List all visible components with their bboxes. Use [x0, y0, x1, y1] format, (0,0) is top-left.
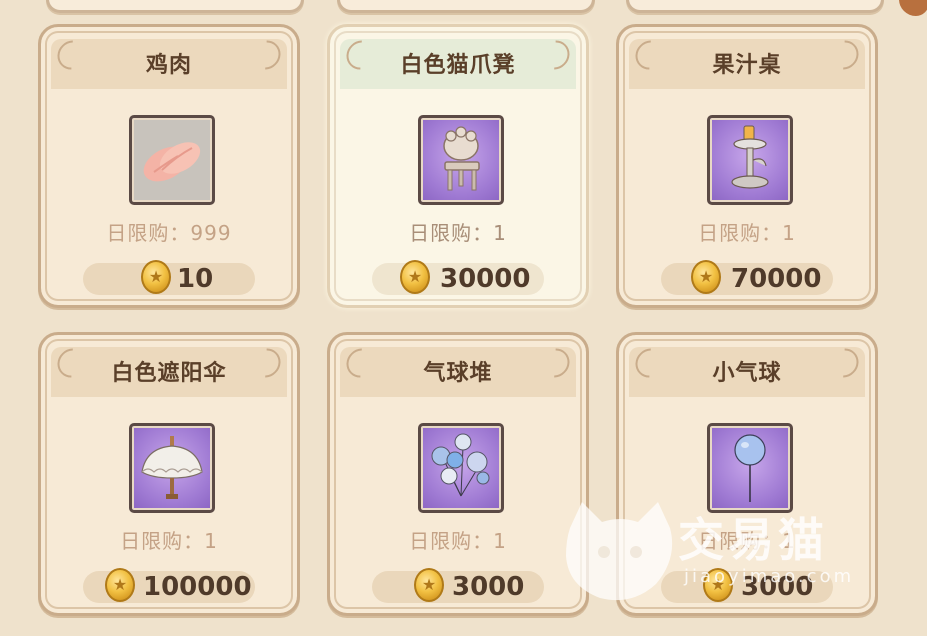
price-bar[interactable]: ★ 10 — [83, 260, 255, 295]
price-value: 30000 — [440, 264, 531, 294]
gold-star-coin-icon: ★ — [691, 260, 721, 294]
item-name: 果汁桌 — [712, 53, 782, 78]
previous-row-card — [337, 0, 595, 13]
item-name: 气球堆 — [423, 361, 493, 386]
white-parasol-icon — [141, 436, 203, 499]
price-value: 70000 — [731, 264, 822, 294]
shop-item-card[interactable]: 小气球 日限购：1 ★ 3000 — [616, 332, 878, 616]
item-name: 白色猫爪凳 — [400, 53, 516, 78]
gold-star-coin-icon: ★ — [703, 568, 733, 602]
item-image-frame — [129, 115, 215, 205]
price-bar[interactable]: ★ 3000 — [661, 568, 833, 603]
cat-paw-chair-icon — [443, 126, 480, 191]
price-value: 3000 — [452, 572, 525, 602]
gold-star-coin-icon: ★ — [141, 260, 171, 294]
raw-chicken-icon — [143, 142, 201, 182]
previous-row-card — [626, 0, 884, 13]
price-bar[interactable]: ★ 3000 — [372, 568, 544, 603]
price-bar[interactable]: ★ 70000 — [661, 260, 833, 295]
shop-item-card[interactable]: 白色遮阳伞 日限购：1 ★ 100000 — [38, 332, 300, 616]
price-value: 3000 — [741, 572, 814, 602]
item-name: 小气球 — [712, 361, 782, 386]
gold-star-coin-icon: ★ — [400, 260, 430, 294]
shop-item-card[interactable]: 气球堆 日限购：1 ★ 3000 — [327, 332, 589, 616]
item-name: 白色遮阳伞 — [111, 361, 227, 386]
shop-item-card[interactable]: 鸡肉 日限购：999 ★ 10 — [38, 24, 300, 308]
price-bar[interactable]: ★ 30000 — [372, 260, 544, 295]
gold-star-coin-icon: ★ — [105, 568, 135, 602]
daily-limit-label: 日限购：1 — [120, 529, 218, 553]
item-image-frame — [707, 423, 793, 513]
item-name: 鸡肉 — [145, 53, 192, 78]
price-value: 100000 — [143, 572, 252, 602]
shop-item-card[interactable]: 白色猫爪凳 日限购：1 ★ 30000 — [327, 24, 589, 308]
item-image-frame — [129, 423, 215, 513]
small-balloon-icon — [734, 434, 766, 502]
shop-item-card[interactable]: 果汁桌 日限购：1 ★ 70000 — [616, 24, 878, 308]
previous-row-card — [46, 0, 304, 13]
item-image-frame — [418, 115, 504, 205]
price-bar[interactable]: ★ 100000 — [83, 568, 255, 603]
daily-limit-label: 日限购：1 — [698, 221, 796, 245]
price-value: 10 — [177, 264, 214, 294]
juice-table-icon — [731, 125, 769, 189]
balloon-pile-icon — [431, 433, 490, 497]
corner-decoration — [899, 0, 927, 16]
item-image-frame — [707, 115, 793, 205]
daily-limit-label: 日限购：1 — [698, 529, 796, 553]
daily-limit-label: 日限购：1 — [409, 221, 507, 245]
daily-limit-label: 日限购：1 — [409, 529, 507, 553]
item-image-frame — [418, 423, 504, 513]
daily-limit-label: 日限购：999 — [106, 221, 232, 245]
gold-star-coin-icon: ★ — [414, 568, 444, 602]
